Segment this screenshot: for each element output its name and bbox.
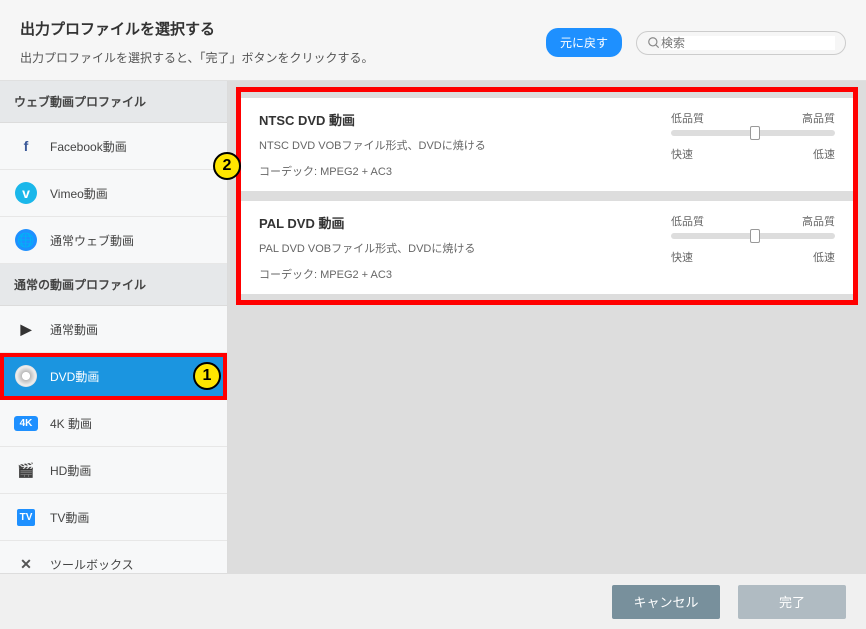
speed-slow-label: 低速 <box>813 249 835 265</box>
sidebar-item-label: 4K 動画 <box>50 415 92 432</box>
search-icon <box>647 36 661 50</box>
sidebar-item-label: HD動画 <box>50 462 91 479</box>
reset-button[interactable]: 元に戻す <box>546 28 622 57</box>
quality-slider[interactable] <box>671 233 835 239</box>
page-description: 出力プロファイルを選択すると、「完了」ボタンをクリックする。 <box>20 49 546 66</box>
callout-badge-1: 1 <box>193 362 221 390</box>
sidebar-item-label: Vimeo動画 <box>50 185 108 202</box>
quality-high-label: 高品質 <box>802 110 835 126</box>
quality-low-label: 低品質 <box>671 213 704 229</box>
fourk-icon: 4K <box>14 412 38 434</box>
sidebar-item-4k[interactable]: 4K 4K 動画 <box>0 400 227 447</box>
sidebar-item-web[interactable]: 🌐 通常ウェブ動画 <box>0 217 227 264</box>
speed-slow-label: 低速 <box>813 146 835 162</box>
profile-card-ntsc[interactable]: NTSC DVD 動画 NTSC DVD VOBファイル形式、DVDに焼ける コ… <box>241 98 853 191</box>
sidebar-item-facebook[interactable]: f Facebook動画 <box>0 123 227 170</box>
vimeo-icon: v <box>14 182 38 204</box>
sidebar-item-label: 通常ウェブ動画 <box>50 232 134 249</box>
cancel-button[interactable]: キャンセル <box>612 585 720 619</box>
sidebar-group-normal: 通常の動画プロファイル <box>0 264 227 306</box>
sidebar-item-hd[interactable]: 🎬 HD動画 <box>0 447 227 494</box>
sidebar-item-label: 通常動画 <box>50 321 98 338</box>
sidebar-item-vimeo[interactable]: v Vimeo動画 <box>0 170 227 217</box>
tv-icon: TV <box>14 506 38 528</box>
callout-badge-2: 2 <box>213 152 241 180</box>
quality-high-label: 高品質 <box>802 213 835 229</box>
profile-codec: コーデック: MPEG2 + AC3 <box>259 163 655 179</box>
sidebar: ウェブ動画プロファイル f Facebook動画 v Vimeo動画 🌐 通常ウ… <box>0 81 228 573</box>
hd-icon: 🎬 <box>14 459 38 481</box>
page-title: 出力プロファイルを選択する <box>20 18 546 39</box>
sidebar-item-video[interactable]: ▶ 通常動画 <box>0 306 227 353</box>
sidebar-item-label: TV動画 <box>50 509 89 526</box>
profile-codec: コーデック: MPEG2 + AC3 <box>259 266 655 282</box>
speed-fast-label: 快速 <box>671 146 693 162</box>
profile-description: PAL DVD VOBファイル形式、DVDに焼ける <box>259 240 655 256</box>
main-panel: 2 NTSC DVD 動画 NTSC DVD VOBファイル形式、DVDに焼ける… <box>228 81 866 573</box>
done-button[interactable]: 完了 <box>738 585 846 619</box>
profile-card-pal[interactable]: PAL DVD 動画 PAL DVD VOBファイル形式、DVDに焼ける コーデ… <box>241 201 853 294</box>
quality-slider[interactable] <box>671 130 835 136</box>
sidebar-item-tv[interactable]: TV TV動画 <box>0 494 227 541</box>
search-input[interactable] <box>661 36 835 50</box>
speed-fast-label: 快速 <box>671 249 693 265</box>
facebook-icon: f <box>14 135 38 157</box>
sidebar-group-web: ウェブ動画プロファイル <box>0 81 227 123</box>
video-icon: ▶ <box>14 318 38 340</box>
sidebar-item-dvd[interactable]: DVD動画 1 <box>0 353 227 400</box>
sidebar-item-label: DVD動画 <box>50 368 99 385</box>
disc-icon <box>14 365 38 387</box>
profile-description: NTSC DVD VOBファイル形式、DVDに焼ける <box>259 137 655 153</box>
sidebar-item-label: ツールボックス <box>50 556 134 573</box>
profile-list-highlight: 2 NTSC DVD 動画 NTSC DVD VOBファイル形式、DVDに焼ける… <box>236 87 858 305</box>
globe-icon: 🌐 <box>14 229 38 251</box>
profile-title: NTSC DVD 動画 <box>259 110 655 129</box>
tools-icon: ✕ <box>14 553 38 573</box>
quality-low-label: 低品質 <box>671 110 704 126</box>
sidebar-item-label: Facebook動画 <box>50 138 127 155</box>
search-field[interactable] <box>636 31 846 55</box>
profile-title: PAL DVD 動画 <box>259 213 655 232</box>
sidebar-item-toolbox[interactable]: ✕ ツールボックス <box>0 541 227 573</box>
